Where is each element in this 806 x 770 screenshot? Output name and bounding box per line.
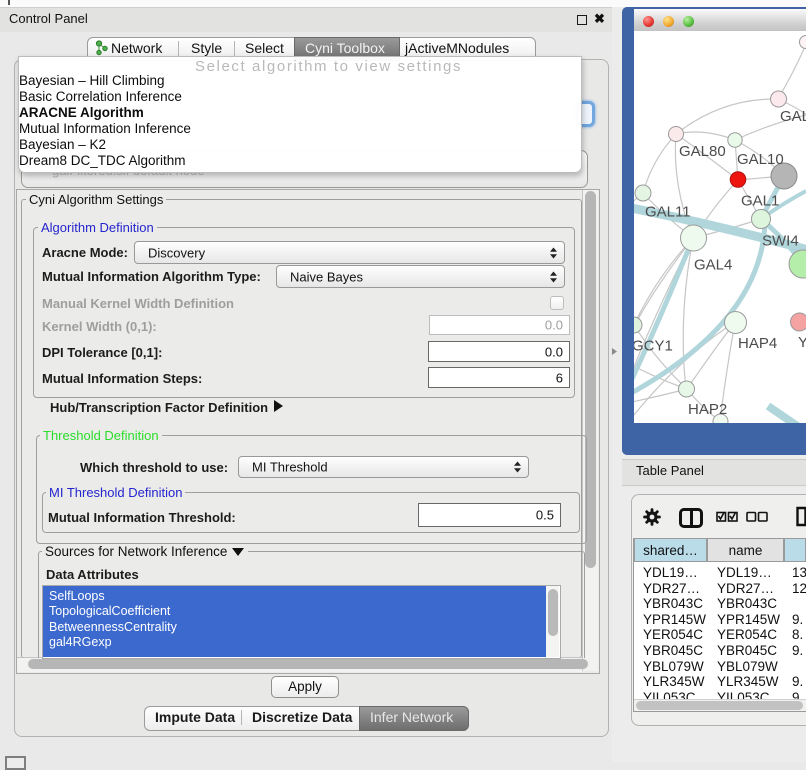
- svg-text:GCY1: GCY1: [634, 338, 673, 355]
- svg-text:GAL4: GAL4: [694, 257, 732, 274]
- svg-text:GAL1: GAL1: [741, 193, 779, 210]
- svg-text:GAL7: GAL7: [780, 108, 806, 125]
- svg-text:HAP2: HAP2: [688, 401, 727, 418]
- svg-text:SWI4: SWI4: [762, 233, 799, 250]
- svg-text:Y: Y: [798, 334, 806, 351]
- svg-text:GAL10: GAL10: [737, 151, 784, 168]
- svg-text:GAL80: GAL80: [679, 143, 726, 160]
- svg-text:GAL11: GAL11: [645, 204, 691, 221]
- svg-text:HAP4: HAP4: [738, 335, 777, 352]
